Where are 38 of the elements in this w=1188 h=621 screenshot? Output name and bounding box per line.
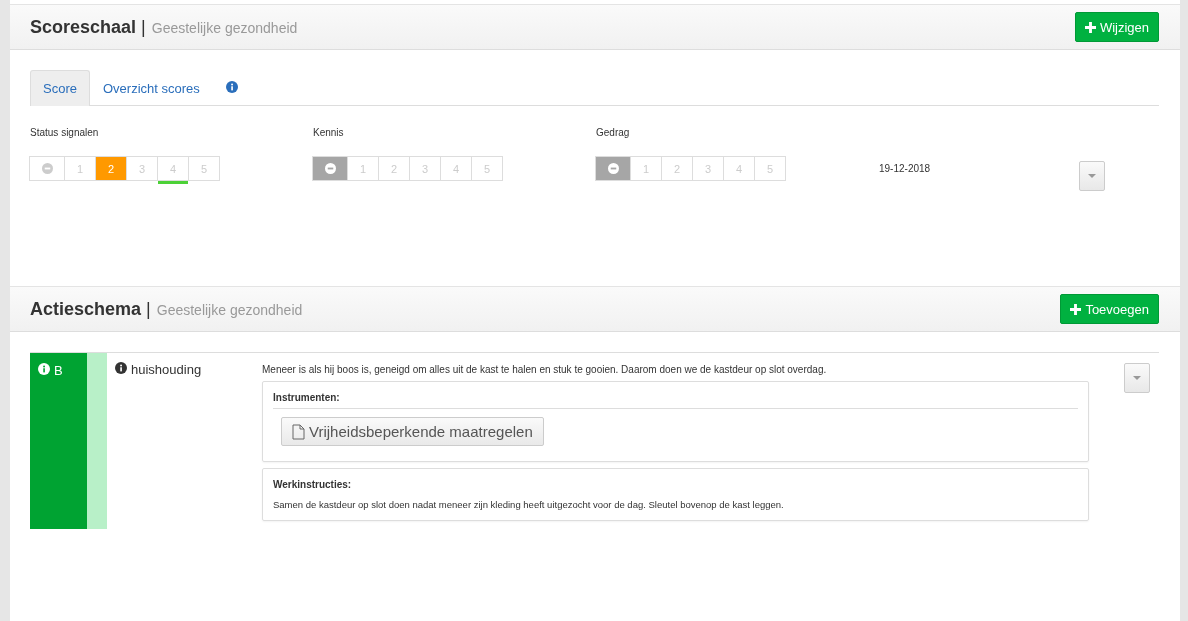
plus-icon <box>1084 21 1096 33</box>
minus-option[interactable] <box>312 156 348 181</box>
minus-option[interactable] <box>29 156 65 181</box>
caret-icon <box>1088 174 1096 178</box>
dropdown-button[interactable] <box>1079 161 1105 191</box>
edit-button[interactable]: Wijzigen <box>1074 12 1159 42</box>
panel-title: Scoreschaal <box>30 16 137 38</box>
info-icon <box>115 362 127 374</box>
card-title: Werkinstructies: <box>273 479 353 492</box>
tab[interactable]: Overzicht scores <box>89 70 213 106</box>
panel-title: Actieschema <box>30 298 142 320</box>
card-title: Instrumenten: <box>273 392 341 405</box>
score-option[interactable]: 2 <box>95 156 127 181</box>
instructions-text: Samen de kastdeur op slot doen nadat meneer zijn kleding heeft uitgezocht voor de dag. Sleutel bovenop de kast leggen. <box>273 499 785 510</box>
caret-icon <box>1133 376 1141 380</box>
minus-icon <box>41 163 53 174</box>
info-icon <box>225 81 238 93</box>
add-button[interactable]: Toevoegen <box>1060 294 1159 324</box>
minus-icon <box>607 163 619 174</box>
dropdown-button[interactable] <box>1124 363 1150 393</box>
panel-subtitle: Geestelijke gezondheid <box>151 19 298 36</box>
description-text: Meneer is als hij boos is, geneigd om alles uit de kast te halen en stuk te gooien. Daarom doen we de kastdeur op slot overdag. <box>262 364 828 375</box>
category-text: huishouding <box>131 362 202 377</box>
code-text: B <box>54 363 63 378</box>
date-text: 19-12-2018 <box>879 163 932 174</box>
minus-icon <box>324 163 336 174</box>
panel-subtitle: Geestelijke gezondheid <box>156 301 303 318</box>
plus-icon <box>1070 303 1082 315</box>
info-icon <box>38 363 50 375</box>
scale-label: Gedrag <box>596 127 631 138</box>
scale-label: Status signalen <box>30 127 100 138</box>
title-separator: | <box>146 298 151 320</box>
document-icon <box>292 423 305 440</box>
title-separator: | <box>141 16 146 38</box>
tab[interactable]: Score <box>30 70 90 106</box>
scale-label: Kennis <box>313 127 345 138</box>
document-button[interactable]: Vrijheidsbeperkende maatregelen <box>281 417 544 446</box>
minus-option[interactable] <box>595 156 631 181</box>
